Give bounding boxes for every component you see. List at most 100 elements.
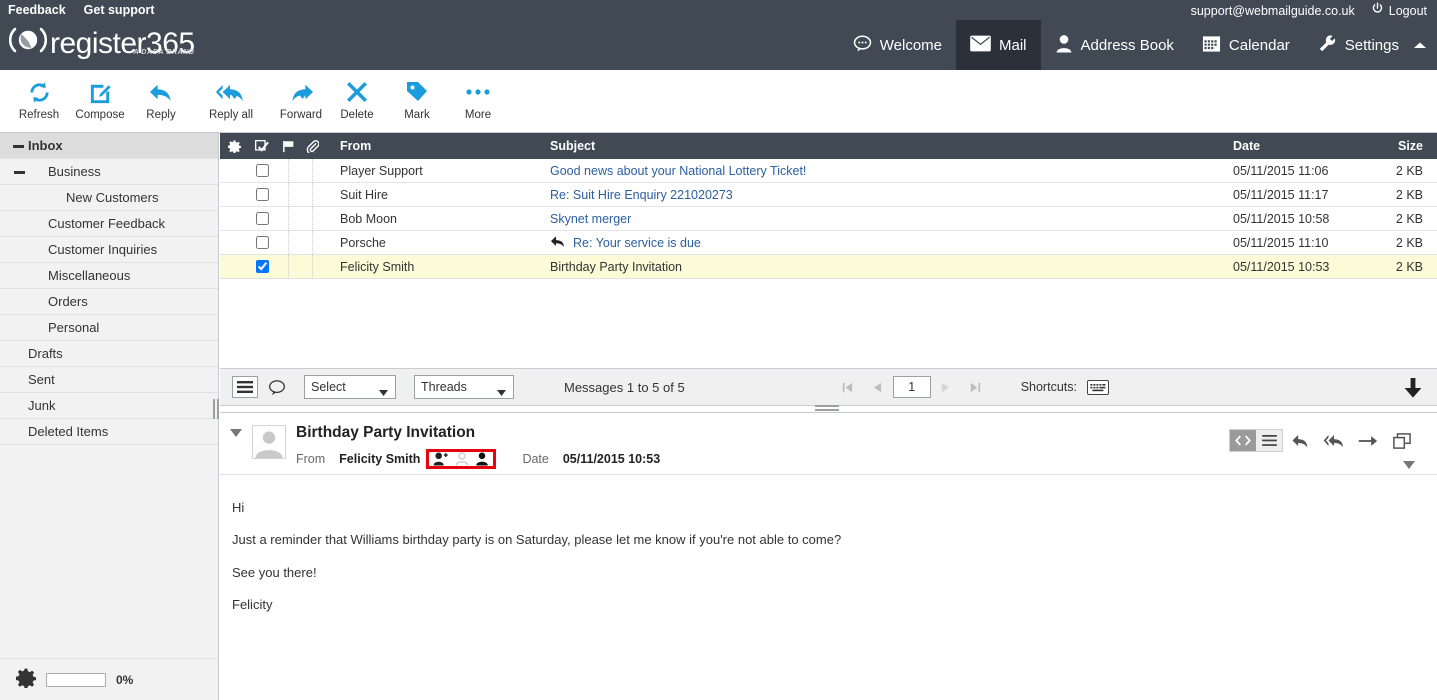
row-attachment-cell[interactable] [300,207,324,231]
row-subject-link[interactable]: Re: Your service is due [573,236,701,250]
row-flag-cell[interactable] [276,159,300,183]
chevron-down-icon[interactable] [298,87,307,102]
row-checkbox-cell[interactable] [248,260,276,273]
row-subject-link[interactable]: Birthday Party Invitation [550,260,682,274]
row-flag-cell[interactable] [276,231,300,255]
nav-item-welcome[interactable]: Welcome [839,20,956,70]
sidebar-item-inbox[interactable]: Inbox [0,133,218,159]
download-all-icon[interactable] [1403,377,1423,402]
contact-outline-icon[interactable] [455,452,469,466]
attachment-icon[interactable] [300,140,324,153]
flag-icon[interactable] [276,140,300,153]
row-subject-cell[interactable]: Re: Your service is due [524,235,1225,251]
row-checkbox-cell[interactable] [248,188,276,201]
sidebar-item-deleted-items[interactable]: Deleted Items [0,419,218,445]
more-button[interactable]: More [439,76,517,121]
contact-filled-icon[interactable] [475,452,489,466]
logout-button[interactable]: Logout [1371,2,1427,19]
select-dropdown[interactable]: Select [304,375,396,399]
list-options-icon[interactable] [220,140,248,153]
nav-item-address-book[interactable]: Address Book [1041,20,1188,70]
delete-label: Delete [340,109,373,121]
collapse-header-caret-icon[interactable] [230,425,242,440]
preview-from-value[interactable]: Felicity Smith [339,452,420,466]
row-flag-cell[interactable] [276,183,300,207]
feedback-link[interactable]: Feedback [8,2,66,18]
row-attachment-cell[interactable] [300,255,324,279]
row-subject-cell[interactable]: Good news about your National Lottery Ti… [524,164,1225,178]
reply-all-button[interactable]: Reply all [192,76,270,121]
row-checkbox[interactable] [256,236,269,249]
row-attachment-cell[interactable] [300,183,324,207]
row-checkbox[interactable] [256,164,269,177]
row-subject-link[interactable]: Skynet merger [550,212,631,226]
vertical-splitter-handle[interactable] [212,398,220,420]
row-subject-link[interactable]: Good news about your National Lottery Ti… [550,164,806,178]
column-header-subject[interactable]: Subject [524,139,1225,153]
threads-dropdown[interactable]: Threads [414,375,514,399]
table-row[interactable]: Player SupportGood news about your Natio… [220,159,1437,183]
keyboard-icon[interactable] [1087,380,1109,395]
open-window-icon[interactable] [1385,433,1419,449]
sidebar-item-sent[interactable]: Sent [0,367,218,393]
list-layout-button[interactable] [232,376,258,398]
row-subject-link[interactable]: Re: Suit Hire Enquiry 221020273 [550,188,733,202]
list-view-icon[interactable] [1256,430,1282,451]
sidebar-item-orders[interactable]: Orders [0,289,218,315]
row-subject-cell[interactable]: Birthday Party Invitation [524,260,1225,274]
page-number-input[interactable] [893,376,931,398]
sidebar-item-customer-inquiries[interactable]: Customer Inquiries [0,237,218,263]
row-checkbox-cell[interactable] [248,236,276,249]
add-contact-icon[interactable] [433,452,449,466]
nav-collapse-caret-icon[interactable] [1413,20,1433,70]
preview-reply-icon[interactable] [1283,433,1317,449]
sidebar-item-personal[interactable]: Personal [0,315,218,341]
sidebar-item-miscellaneous[interactable]: Miscellaneous [0,263,218,289]
row-subject-cell[interactable]: Skynet merger [524,212,1225,226]
sidebar-item-junk[interactable]: Junk [0,393,218,419]
preview-more-caret-icon[interactable] [1403,457,1415,472]
next-page-button[interactable] [931,381,961,394]
nav-item-settings[interactable]: Settings [1304,20,1413,70]
expander-minus-icon[interactable] [11,164,27,180]
nav-item-mail[interactable]: Mail [956,20,1041,70]
register365-logo[interactable]: register365 A DADA BRAND [8,20,195,60]
quota-percent: 0% [116,673,133,687]
row-checkbox-cell[interactable] [248,212,276,225]
row-attachment-cell[interactable] [300,231,324,255]
row-checkbox[interactable] [256,260,269,273]
row-checkbox-cell[interactable] [248,164,276,177]
sidebar-item-drafts[interactable]: Drafts [0,341,218,367]
row-checkbox[interactable] [256,188,269,201]
expander-minus-icon[interactable] [10,138,26,154]
conversation-toggle-icon[interactable] [268,379,286,396]
select-all-icon[interactable] [248,140,276,153]
previous-page-button[interactable] [863,381,893,394]
table-row[interactable]: Bob MoonSkynet merger05/11/2015 10:582 K… [220,207,1437,231]
preview-reply-all-icon[interactable] [1317,433,1351,449]
table-row[interactable]: Suit HireRe: Suit Hire Enquiry 221020273… [220,183,1437,207]
source-view-icon[interactable] [1230,430,1256,451]
gear-icon[interactable] [16,668,36,691]
last-page-button[interactable] [961,381,991,394]
row-attachment-cell[interactable] [300,159,324,183]
horizontal-splitter-handle[interactable] [815,404,839,412]
get-support-link[interactable]: Get support [84,2,155,18]
column-header-date[interactable]: Date [1225,139,1365,153]
sidebar-item-new-customers[interactable]: New Customers [0,185,218,211]
row-flag-cell[interactable] [276,207,300,231]
row-checkbox[interactable] [256,212,269,225]
row-flag-cell[interactable] [276,255,300,279]
chevron-down-icon[interactable] [230,87,239,102]
reply-button[interactable]: Reply [122,76,200,121]
sidebar-item-customer-feedback[interactable]: Customer Feedback [0,211,218,237]
row-subject-cell[interactable]: Re: Suit Hire Enquiry 221020273 [524,188,1225,202]
column-header-from[interactable]: From [324,139,524,153]
column-header-size[interactable]: Size [1365,139,1437,153]
nav-item-calendar[interactable]: Calendar [1188,20,1304,70]
first-page-button[interactable] [833,381,863,394]
sidebar-item-business[interactable]: Business [0,159,218,185]
preview-forward-icon[interactable] [1351,434,1385,448]
table-row[interactable]: PorscheRe: Your service is due05/11/2015… [220,231,1437,255]
table-row[interactable]: Felicity SmithBirthday Party Invitation0… [220,255,1437,279]
